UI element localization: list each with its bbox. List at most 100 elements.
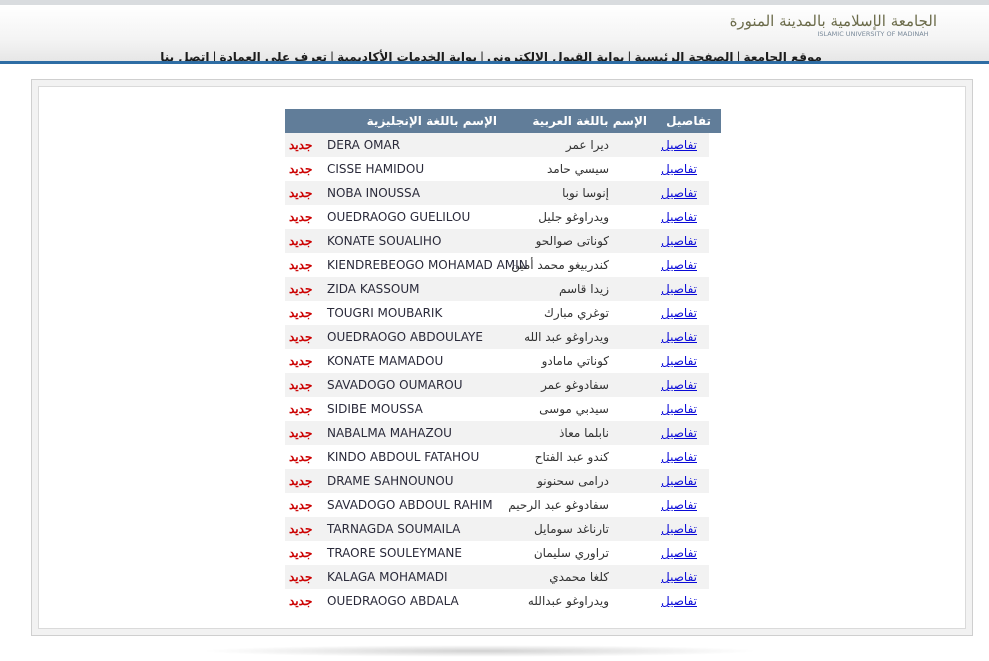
new-badge: جديد	[289, 330, 313, 344]
table-row: تفاصيل زيدا قاسم ZIDA KASSOUM جديد	[285, 277, 709, 301]
details-link[interactable]: تفاصيل	[661, 546, 697, 560]
details-link[interactable]: تفاصيل	[661, 354, 697, 368]
english-name-cell: KONATE MAMADOU	[327, 354, 444, 368]
details-link[interactable]: تفاصيل	[661, 282, 697, 296]
panel-shadow	[200, 645, 760, 657]
arabic-name-cell: ديرا عمر	[565, 138, 609, 152]
table-row: تفاصيل تراوري سليمان TRAORE SOULEYMANE جديد	[285, 541, 709, 565]
arabic-name-cell: توغري مبارك	[543, 306, 609, 320]
new-badge: جديد	[289, 450, 313, 464]
english-name-cell: NABALMA MAHAZOU	[327, 426, 452, 440]
details-link[interactable]: تفاصيل	[661, 186, 697, 200]
details-link[interactable]: تفاصيل	[661, 162, 697, 176]
table-row: تفاصيل ديرا عمر DERA OMAR جديد	[285, 133, 709, 157]
table-row: تفاصيل كوناتي مامادو KONATE MAMADOU جديد	[285, 349, 709, 373]
table-row: تفاصيل سيسي حامد CISSE HAMIDOU جديد	[285, 157, 709, 181]
english-name-cell: KIENDREBEOGO MOHAMAD AMIN	[327, 258, 528, 272]
english-name-cell: KALAGA MOHAMADI	[327, 570, 448, 584]
arabic-name-cell: ويدراوغو عبدالله	[527, 594, 609, 608]
arabic-name-cell: تراوري سليمان	[533, 546, 609, 560]
table-row: تفاصيل سفادوغو عبد الرحيم SAVADOGO ABDOUL …	[285, 493, 709, 517]
content-panel: تفاصيل الإسم باللغة العربية الإسم باللغة…	[31, 79, 973, 636]
header-accent-line	[0, 61, 989, 64]
english-name-cell: SAVADOGO OUMAROU	[327, 378, 463, 392]
header-details: تفاصيل	[666, 114, 711, 128]
english-name-cell: OUEDRAOGO GUELILOU	[327, 210, 471, 224]
english-name-cell: OUEDRAOGO ABDOULAYE	[327, 330, 483, 344]
table-row: تفاصيل سفادوغو عمر SAVADOGO OUMAROU جديد	[285, 373, 709, 397]
new-badge: جديد	[289, 186, 313, 200]
details-link[interactable]: تفاصيل	[661, 330, 697, 344]
details-link[interactable]: تفاصيل	[661, 306, 697, 320]
header-english-name: الإسم باللغة الإنجليزية	[366, 114, 497, 128]
students-table: تفاصيل الإسم باللغة العربية الإسم باللغة…	[285, 109, 721, 613]
details-link[interactable]: تفاصيل	[661, 522, 697, 536]
details-link[interactable]: تفاصيل	[661, 474, 697, 488]
english-name-cell: KONATE SOUALIHO	[327, 234, 442, 248]
arabic-name-cell: نابلما معاذ	[559, 426, 609, 440]
arabic-name-cell: كلغا محمدي	[549, 570, 609, 584]
english-name-cell: NOBA INOUSSA	[327, 186, 421, 200]
arabic-name-cell: تارناغد سومايل	[534, 522, 609, 536]
details-link[interactable]: تفاصيل	[661, 138, 697, 152]
arabic-name-cell: كوناتي مامادو	[541, 354, 609, 368]
table-row: تفاصيل إنوسا نوبا NOBA INOUSSA جديد	[285, 181, 709, 205]
arabic-name-cell: درامى سحنونو	[537, 474, 609, 488]
table-row: تفاصيل كوناتى صوالحو KONATE SOUALIHO جديد	[285, 229, 709, 253]
header-bar: الجامعة الإسلامية بالمدينة المنورة ISLAM…	[0, 0, 989, 64]
arabic-name-cell: سيسي حامد	[547, 162, 609, 176]
header-arabic-name: الإسم باللغة العربية	[532, 114, 647, 128]
english-name-cell: DERA OMAR	[327, 138, 401, 152]
new-badge: جديد	[289, 546, 313, 560]
new-badge: جديد	[289, 282, 313, 296]
table-row: تفاصيل كندربيغو محمد أمين KIENDREBEOGO MOH…	[285, 253, 709, 277]
details-link[interactable]: تفاصيل	[661, 498, 697, 512]
table-row: تفاصيل درامى سحنونو DRAME SAHNOUNOU جديد	[285, 469, 709, 493]
table-row: تفاصيل كندو عبد الفتاح KINDO ABDOUL FATAHO…	[285, 445, 709, 469]
content-panel-inner: تفاصيل الإسم باللغة العربية الإسم باللغة…	[38, 86, 966, 629]
new-badge: جديد	[289, 306, 313, 320]
details-link[interactable]: تفاصيل	[661, 210, 697, 224]
arabic-name-cell: ويدراوغو عبد الله	[524, 330, 609, 344]
new-badge: جديد	[289, 522, 313, 536]
english-name-cell: DRAME SAHNOUNOU	[327, 474, 454, 488]
details-link[interactable]: تفاصيل	[661, 378, 697, 392]
new-badge: جديد	[289, 570, 313, 584]
details-link[interactable]: تفاصيل	[661, 594, 697, 608]
logo-english-text: ISLAMIC UNIVERSITY OF MADINAH	[817, 30, 929, 38]
arabic-name-cell: زيدا قاسم	[558, 282, 609, 296]
details-link[interactable]: تفاصيل	[661, 570, 697, 584]
english-name-cell: OUEDRAOGO ABDALA	[327, 594, 459, 608]
english-name-cell: TRAORE SOULEYMANE	[327, 546, 462, 560]
new-badge: جديد	[289, 162, 313, 176]
new-badge: جديد	[289, 258, 313, 272]
new-badge: جديد	[289, 234, 313, 248]
table-row: تفاصيل سيدبي موسى SIDIBE MOUSSA جديد	[285, 397, 709, 421]
new-badge: جديد	[289, 426, 313, 440]
table-row: تفاصيل ويدراوغو عبدالله OUEDRAOGO ABDALA جد…	[285, 589, 709, 613]
arabic-name-cell: ويدراوغو جليل	[538, 210, 609, 224]
table-row: تفاصيل ويدراوغو جليل OUEDRAOGO GUELILOU جدي…	[285, 205, 709, 229]
english-name-cell: SAVADOGO ABDOUL RAHIM	[327, 498, 493, 512]
table-header: تفاصيل الإسم باللغة العربية الإسم باللغة…	[285, 109, 721, 133]
details-link[interactable]: تفاصيل	[661, 402, 697, 416]
new-badge: جديد	[289, 354, 313, 368]
details-link[interactable]: تفاصيل	[661, 450, 697, 464]
arabic-name-cell: سفادوغو عمر	[541, 378, 609, 392]
arabic-name-cell: سيدبي موسى	[539, 402, 609, 416]
english-name-cell: SIDIBE MOUSSA	[327, 402, 423, 416]
table-row: تفاصيل توغري مبارك TOUGRI MOUBARIK جديد	[285, 301, 709, 325]
table-row: تفاصيل نابلما معاذ NABALMA MAHAZOU جديد	[285, 421, 709, 445]
english-name-cell: KINDO ABDOUL FATAHOU	[327, 450, 480, 464]
english-name-cell: CISSE HAMIDOU	[327, 162, 425, 176]
details-link[interactable]: تفاصيل	[661, 258, 697, 272]
new-badge: جديد	[289, 402, 313, 416]
details-link[interactable]: تفاصيل	[661, 426, 697, 440]
new-badge: جديد	[289, 498, 313, 512]
table-body: تفاصيل ديرا عمر DERA OMAR جديد تفاصيل سيسي حا…	[285, 133, 721, 613]
new-badge: جديد	[289, 594, 313, 608]
english-name-cell: ZIDA KASSOUM	[327, 282, 420, 296]
english-name-cell: TARNAGDA SOUMAILA	[327, 522, 461, 536]
details-link[interactable]: تفاصيل	[661, 234, 697, 248]
university-logo[interactable]: الجامعة الإسلامية بالمدينة المنورة ISLAM…	[730, 12, 938, 46]
